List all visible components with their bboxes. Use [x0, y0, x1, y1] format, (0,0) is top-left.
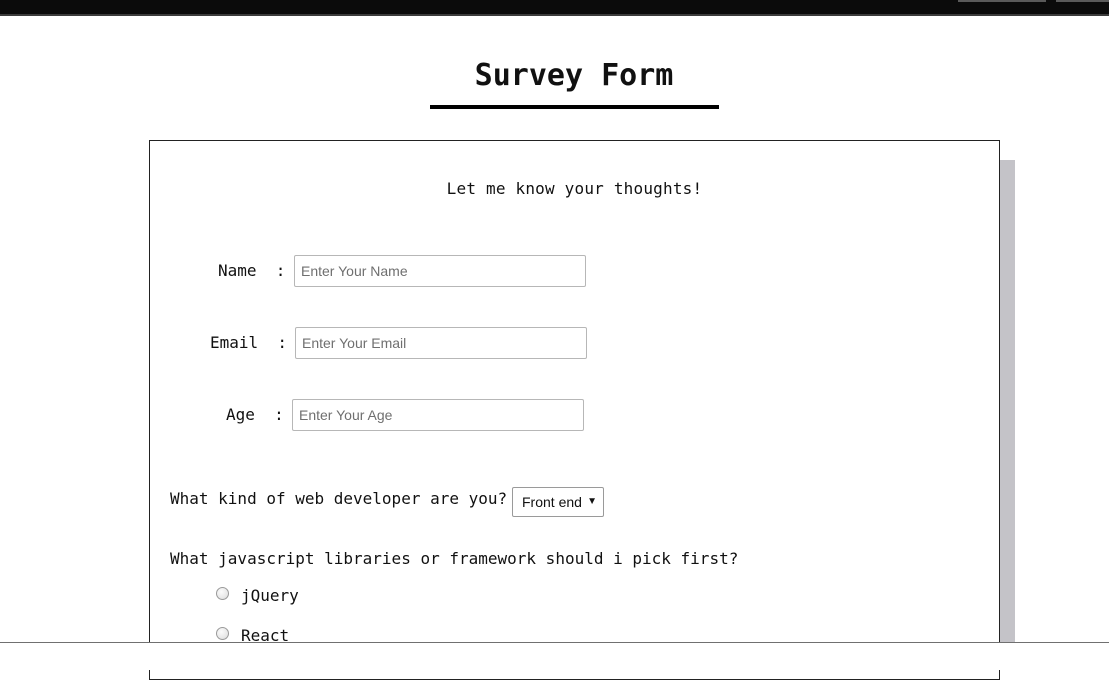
- name-input[interactable]: [294, 255, 586, 287]
- chevron-down-icon: ▼: [587, 496, 597, 507]
- age-input[interactable]: [292, 399, 584, 431]
- viewport-bottom-strip: [0, 643, 1109, 670]
- email-input[interactable]: [295, 327, 587, 359]
- email-label: Email :: [210, 333, 288, 352]
- page-title: Survey Form: [474, 58, 674, 93]
- libraries-question: What javascript libraries or framework s…: [170, 549, 739, 568]
- radio-button[interactable]: [216, 627, 229, 640]
- developer-type-question: What kind of web developer are you?: [170, 489, 508, 508]
- card-shadow: [1000, 160, 1015, 660]
- browser-top-bar: [0, 0, 1109, 16]
- browser-tab-stub: [1056, 0, 1109, 2]
- developer-type-select[interactable]: Front end ▼: [512, 487, 604, 517]
- radio-button[interactable]: [216, 587, 229, 600]
- age-label: Age :: [226, 405, 284, 424]
- browser-tab-stub: [958, 0, 1046, 2]
- radio-label: jQuery: [241, 586, 299, 605]
- title-underline: [430, 105, 719, 109]
- developer-type-selected-value: Front end: [522, 494, 582, 510]
- survey-form-card: Let me know your thoughts! Name : Email …: [149, 140, 1000, 680]
- name-label: Name :: [218, 261, 286, 280]
- form-subtitle: Let me know your thoughts!: [446, 179, 703, 198]
